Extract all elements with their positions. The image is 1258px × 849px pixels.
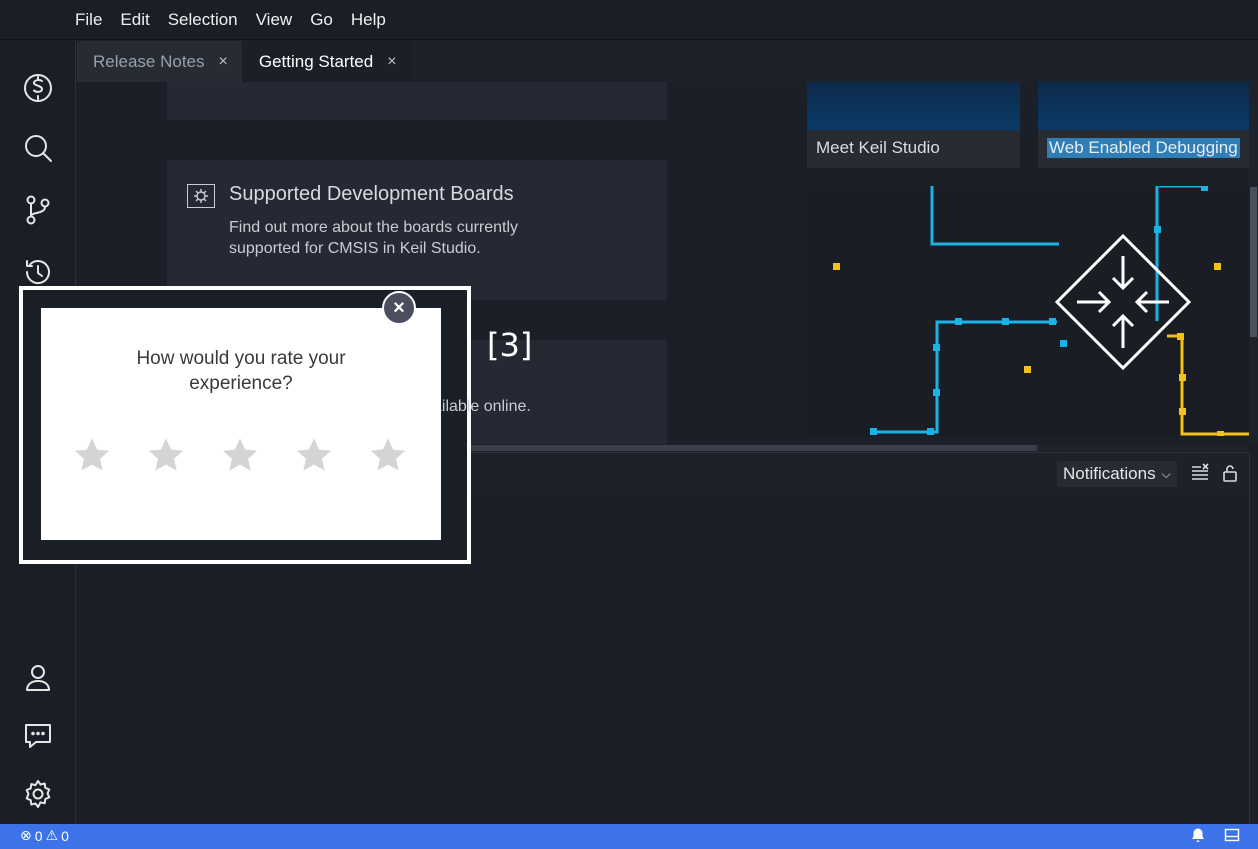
source-control-icon[interactable]	[20, 192, 56, 228]
lock-icon[interactable]	[1220, 463, 1242, 485]
card-supported-boards[interactable]: Supported Development Boards Find out mo…	[167, 160, 667, 300]
star-4-icon[interactable]	[295, 436, 333, 474]
partial-card-text: ailable online.	[433, 398, 531, 415]
menu-selection[interactable]: Selection	[159, 10, 247, 30]
notifications-select-label: Notifications	[1063, 464, 1156, 483]
callout-label: [3]	[487, 326, 533, 364]
tab-label: Getting Started	[258, 51, 374, 71]
menu-edit[interactable]: Edit	[111, 10, 158, 30]
rating-dialog: How would you rate your experience?	[41, 308, 441, 540]
star-1-icon[interactable]	[73, 436, 111, 474]
scrollbar-thumb[interactable]	[1250, 187, 1257, 337]
panel-scrollbar[interactable]	[1249, 452, 1258, 824]
circuit-illustration	[807, 184, 1249, 436]
feedback-icon[interactable]	[20, 718, 56, 754]
keil-logo-icon[interactable]	[20, 70, 56, 106]
star-3-icon[interactable]	[221, 436, 259, 474]
tab-getting-started[interactable]: Getting Started ×	[242, 41, 412, 82]
video-card-meet-keil-studio[interactable]: Meet Keil Studio	[807, 82, 1020, 168]
video-thumbnail	[807, 82, 1020, 130]
error-icon: ⊗	[20, 827, 32, 843]
search-icon[interactable]	[20, 130, 56, 166]
app-window: File Edit Selection View Go Help Release…	[0, 0, 1258, 849]
editor-vertical-scrollbar[interactable]	[1249, 82, 1258, 444]
tab-label: Release Notes	[93, 51, 205, 71]
video-card-web-enabled-debugging[interactable]: Web Enabled Debugging	[1038, 82, 1249, 168]
status-bar: ⊗ 0 ⚠ 0	[0, 824, 1258, 849]
menu-help[interactable]: Help	[342, 10, 395, 30]
clear-notifications-icon[interactable]	[1190, 463, 1212, 485]
close-icon[interactable]: ×	[387, 53, 396, 71]
history-icon[interactable]	[20, 254, 56, 290]
status-right-items	[1190, 827, 1240, 846]
layout-panel-icon[interactable]	[1224, 827, 1240, 846]
video-label: Meet Keil Studio	[816, 138, 940, 157]
card-top-partial[interactable]	[167, 82, 667, 120]
error-count: 0	[34, 827, 43, 844]
notifications-select[interactable]: Notifications ⌵	[1057, 461, 1177, 487]
dialog-close-button[interactable]: ×	[382, 291, 416, 325]
chip-icon	[187, 184, 215, 208]
editor-tab-bar: Release Notes × Getting Started ×	[77, 41, 1258, 82]
rating-dialog-frame: ailable online. How would you rate your …	[19, 286, 531, 564]
bell-icon[interactable]	[1190, 827, 1206, 846]
video-thumbnail	[1038, 82, 1249, 130]
rating-question: How would you rate your experience?	[136, 348, 346, 394]
star-5-icon[interactable]	[369, 436, 407, 474]
menu-view[interactable]: View	[247, 10, 302, 30]
warning-icon: ⚠	[45, 827, 59, 843]
menu-bar: File Edit Selection View Go Help	[0, 0, 1258, 40]
chevron-down-icon: ⌵	[1161, 466, 1171, 481]
settings-gear-icon[interactable]	[20, 776, 56, 812]
card-title: Supported Development Boards	[229, 183, 514, 205]
account-icon[interactable]	[20, 660, 56, 696]
status-problems[interactable]: ⊗ 0 ⚠ 0	[20, 827, 69, 844]
video-label: Web Enabled Debugging	[1047, 138, 1240, 158]
close-icon[interactable]: ×	[219, 53, 228, 71]
star-2-icon[interactable]	[147, 436, 185, 474]
tab-release-notes[interactable]: Release Notes ×	[77, 41, 243, 82]
warning-count: 0	[61, 827, 69, 844]
card-desc-line2: supported for CMSIS in Keil Studio.	[229, 240, 481, 257]
menu-go[interactable]: Go	[301, 10, 342, 30]
star-rating	[73, 436, 407, 474]
menu-file[interactable]: File	[66, 10, 111, 30]
card-desc-line1: Find out more about the boards currently	[229, 219, 519, 236]
